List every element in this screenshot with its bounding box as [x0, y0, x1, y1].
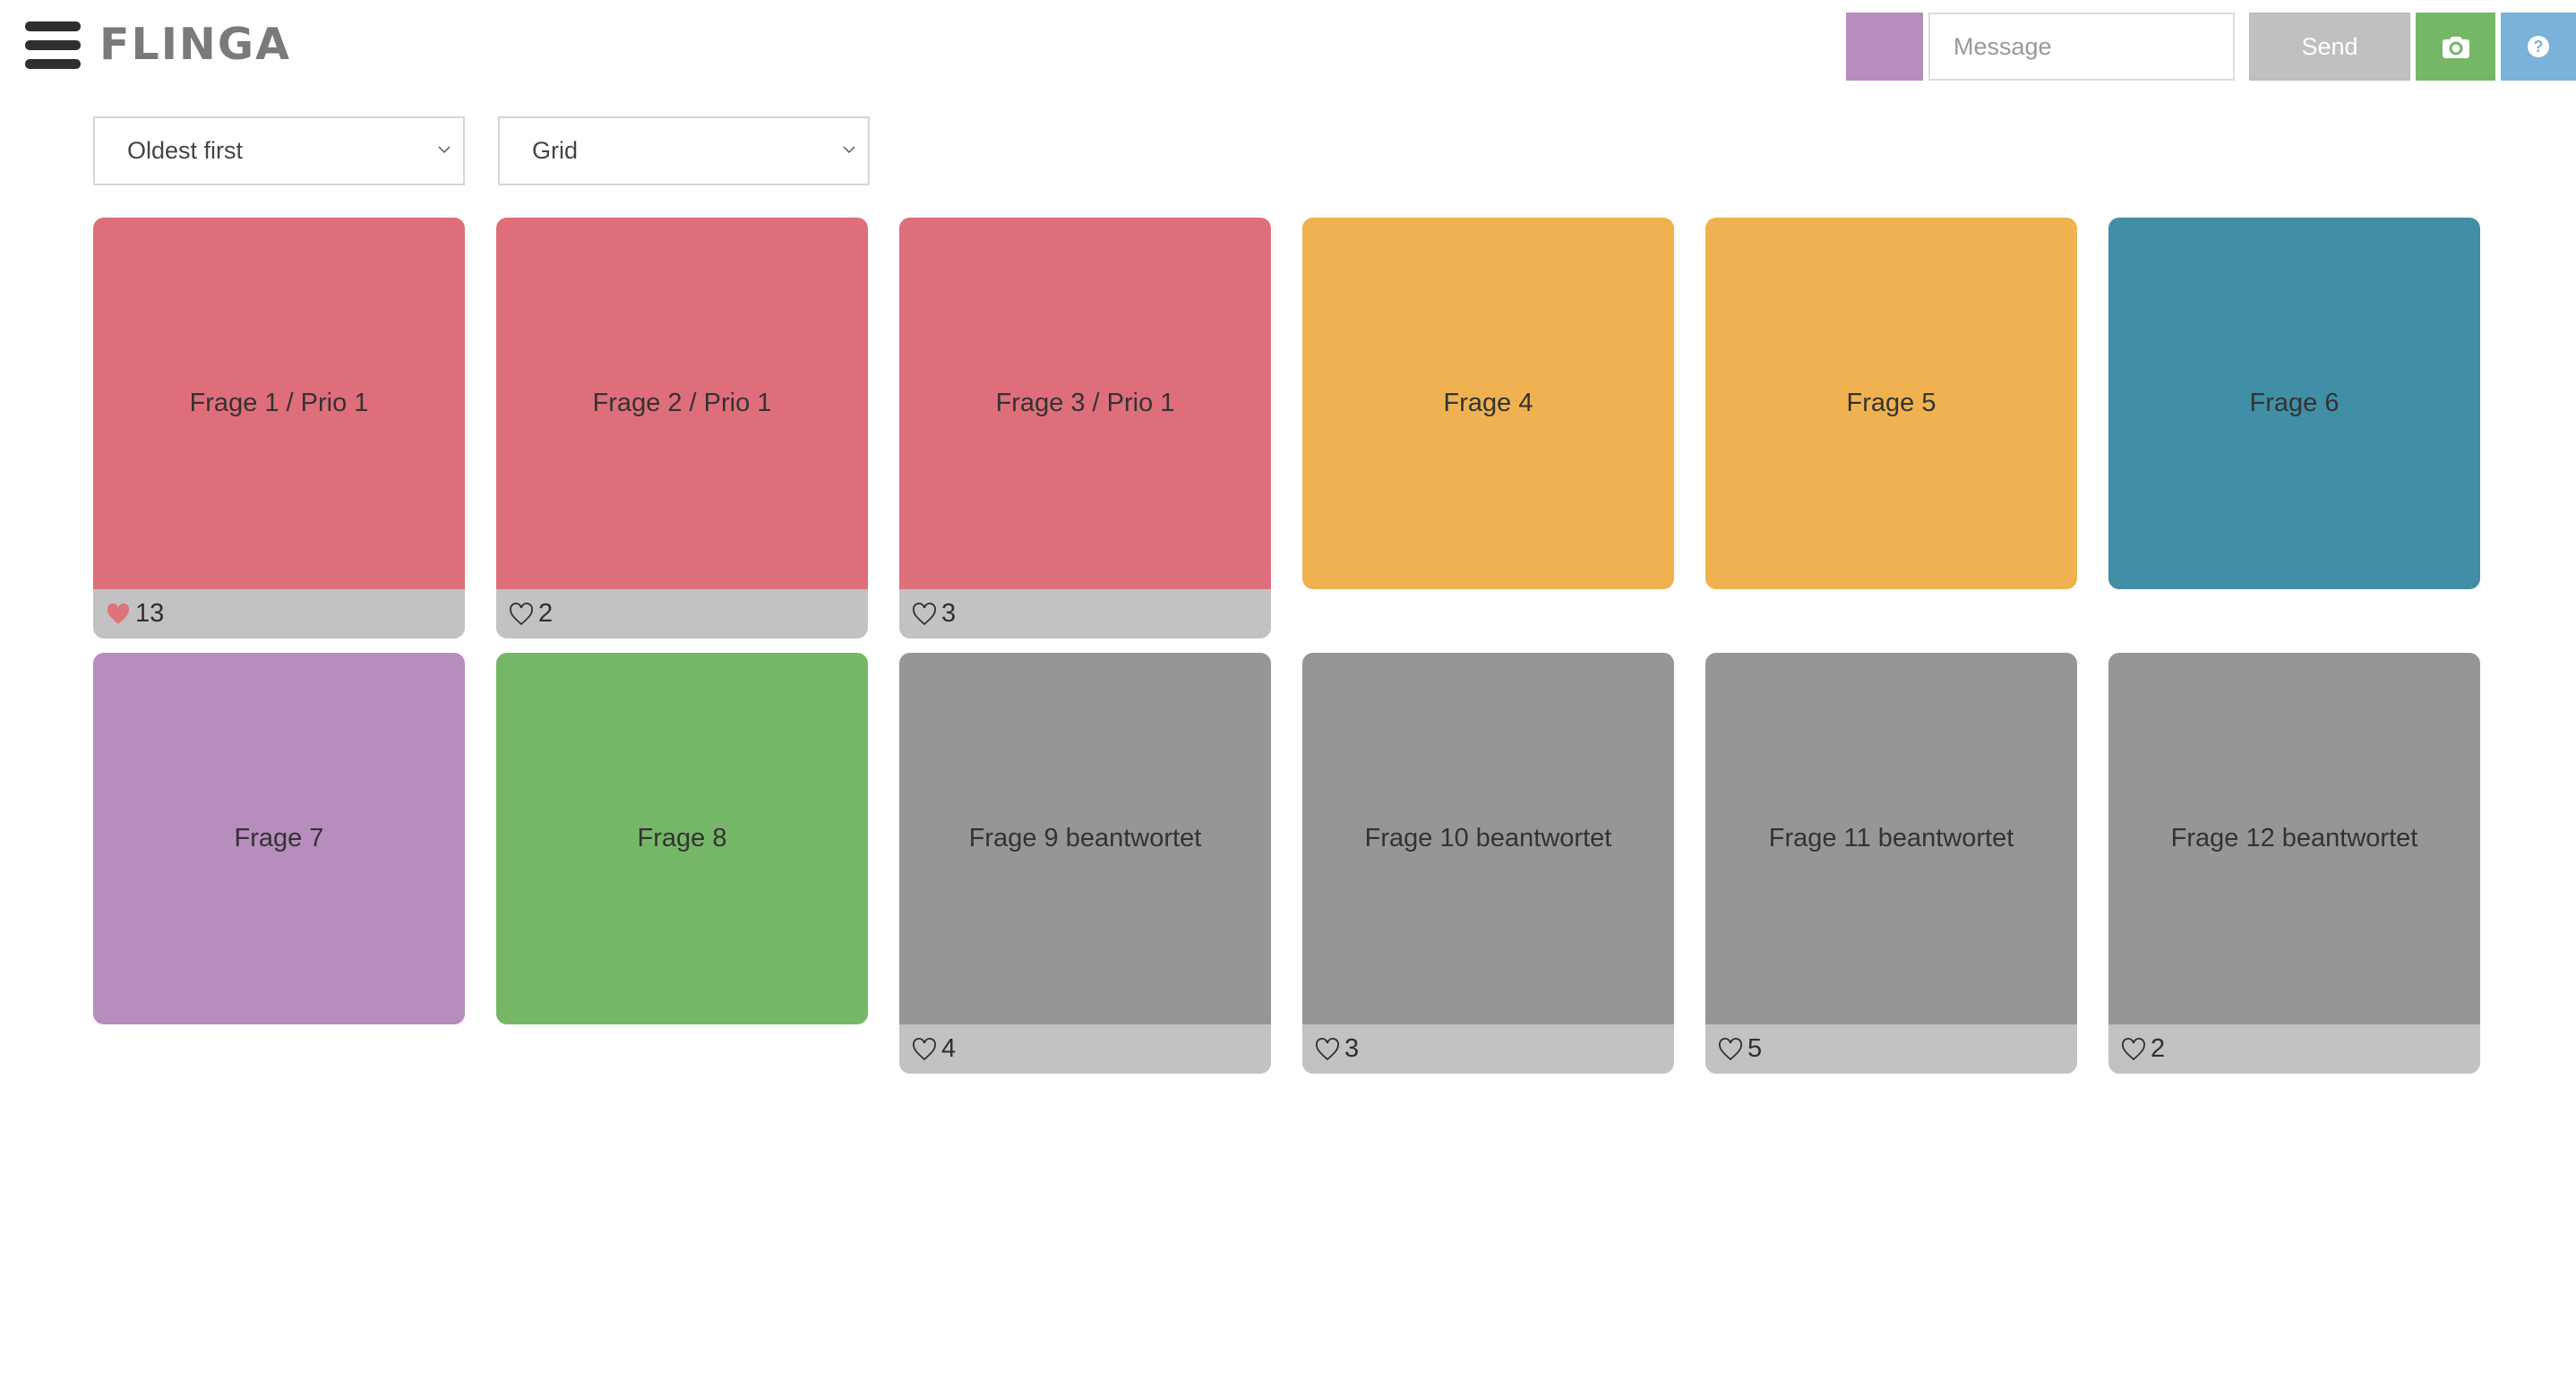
like-count: 2 — [538, 599, 554, 628]
chevron-down-icon — [843, 146, 855, 154]
post-card[interactable]: Frage 9 beantwortet 4 — [899, 653, 1271, 1074]
heart-outline-icon[interactable] — [509, 602, 534, 626]
card-footer: 2 — [2108, 1024, 2480, 1074]
view-select[interactable]: Grid — [498, 116, 870, 185]
like-count: 13 — [135, 599, 165, 628]
card-footer: 5 — [1705, 1024, 2077, 1074]
heart-filled-icon[interactable] — [106, 603, 131, 626]
card-title: Frage 8 — [496, 653, 868, 1024]
card-title: Frage 11 beantwortet — [1705, 653, 2077, 1024]
post-card[interactable]: Frage 2 / Prio 1 2 — [496, 218, 868, 638]
post-card[interactable]: Frage 4 — [1302, 218, 1674, 589]
card-title: Frage 7 — [93, 653, 465, 1024]
card-title: Frage 9 beantwortet — [899, 653, 1271, 1024]
color-picker-swatch[interactable] — [1846, 13, 1923, 81]
heart-outline-icon[interactable] — [912, 602, 937, 626]
post-card[interactable]: Frage 6 — [2108, 218, 2480, 589]
heart-outline-icon[interactable] — [2121, 1037, 2146, 1061]
heart-outline-icon[interactable] — [912, 1037, 937, 1061]
question-circle-icon: ? — [2528, 36, 2549, 57]
menu-bar — [25, 59, 81, 69]
like-count: 4 — [941, 1034, 957, 1063]
card-title: Frage 5 — [1705, 218, 2077, 589]
like-count: 3 — [941, 599, 957, 628]
heart-outline-icon[interactable] — [1315, 1037, 1340, 1061]
card-footer: 13 — [93, 589, 465, 638]
card-footer: 3 — [1302, 1024, 1674, 1074]
card-title: Frage 10 beantwortet — [1302, 653, 1674, 1024]
card-title: Frage 1 / Prio 1 — [93, 218, 465, 589]
like-count: 2 — [2151, 1034, 2166, 1063]
help-button[interactable]: ? — [2501, 13, 2576, 81]
card-title: Frage 6 — [2108, 218, 2480, 589]
hamburger-menu-icon[interactable] — [25, 21, 81, 70]
send-button[interactable]: Send — [2249, 13, 2410, 81]
camera-icon — [2442, 37, 2469, 58]
post-card[interactable]: Frage 8 — [496, 653, 868, 1024]
post-card[interactable]: Frage 10 beantwortet 3 — [1302, 653, 1674, 1074]
post-card[interactable]: Frage 7 — [93, 653, 465, 1024]
sort-select[interactable]: Oldest first — [93, 116, 465, 185]
post-card[interactable]: Frage 1 / Prio 1 13 — [93, 218, 465, 638]
card-title: Frage 12 beantwortet — [2108, 653, 2480, 1024]
like-count: 5 — [1747, 1034, 1763, 1063]
camera-button[interactable] — [2416, 13, 2495, 81]
card-title: Frage 3 / Prio 1 — [899, 218, 1271, 589]
chevron-down-icon — [438, 146, 451, 154]
card-title: Frage 4 — [1302, 218, 1674, 589]
menu-bar — [25, 21, 81, 31]
card-footer: 3 — [899, 589, 1271, 638]
post-card[interactable]: Frage 11 beantwortet 5 — [1705, 653, 2077, 1074]
message-input[interactable] — [1928, 13, 2235, 81]
heart-outline-icon[interactable] — [1718, 1037, 1743, 1061]
logo: FLINGA — [99, 19, 292, 70]
post-card[interactable]: Frage 5 — [1705, 218, 2077, 589]
view-select-value: Grid — [532, 137, 579, 164]
like-count: 3 — [1344, 1034, 1360, 1063]
card-footer: 2 — [496, 589, 868, 638]
card-footer: 4 — [899, 1024, 1271, 1074]
post-card[interactable]: Frage 3 / Prio 1 3 — [899, 218, 1271, 638]
menu-bar — [25, 40, 81, 50]
sort-select-value: Oldest first — [127, 137, 244, 164]
post-card[interactable]: Frage 12 beantwortet 2 — [2108, 653, 2480, 1074]
card-title: Frage 2 / Prio 1 — [496, 218, 868, 589]
